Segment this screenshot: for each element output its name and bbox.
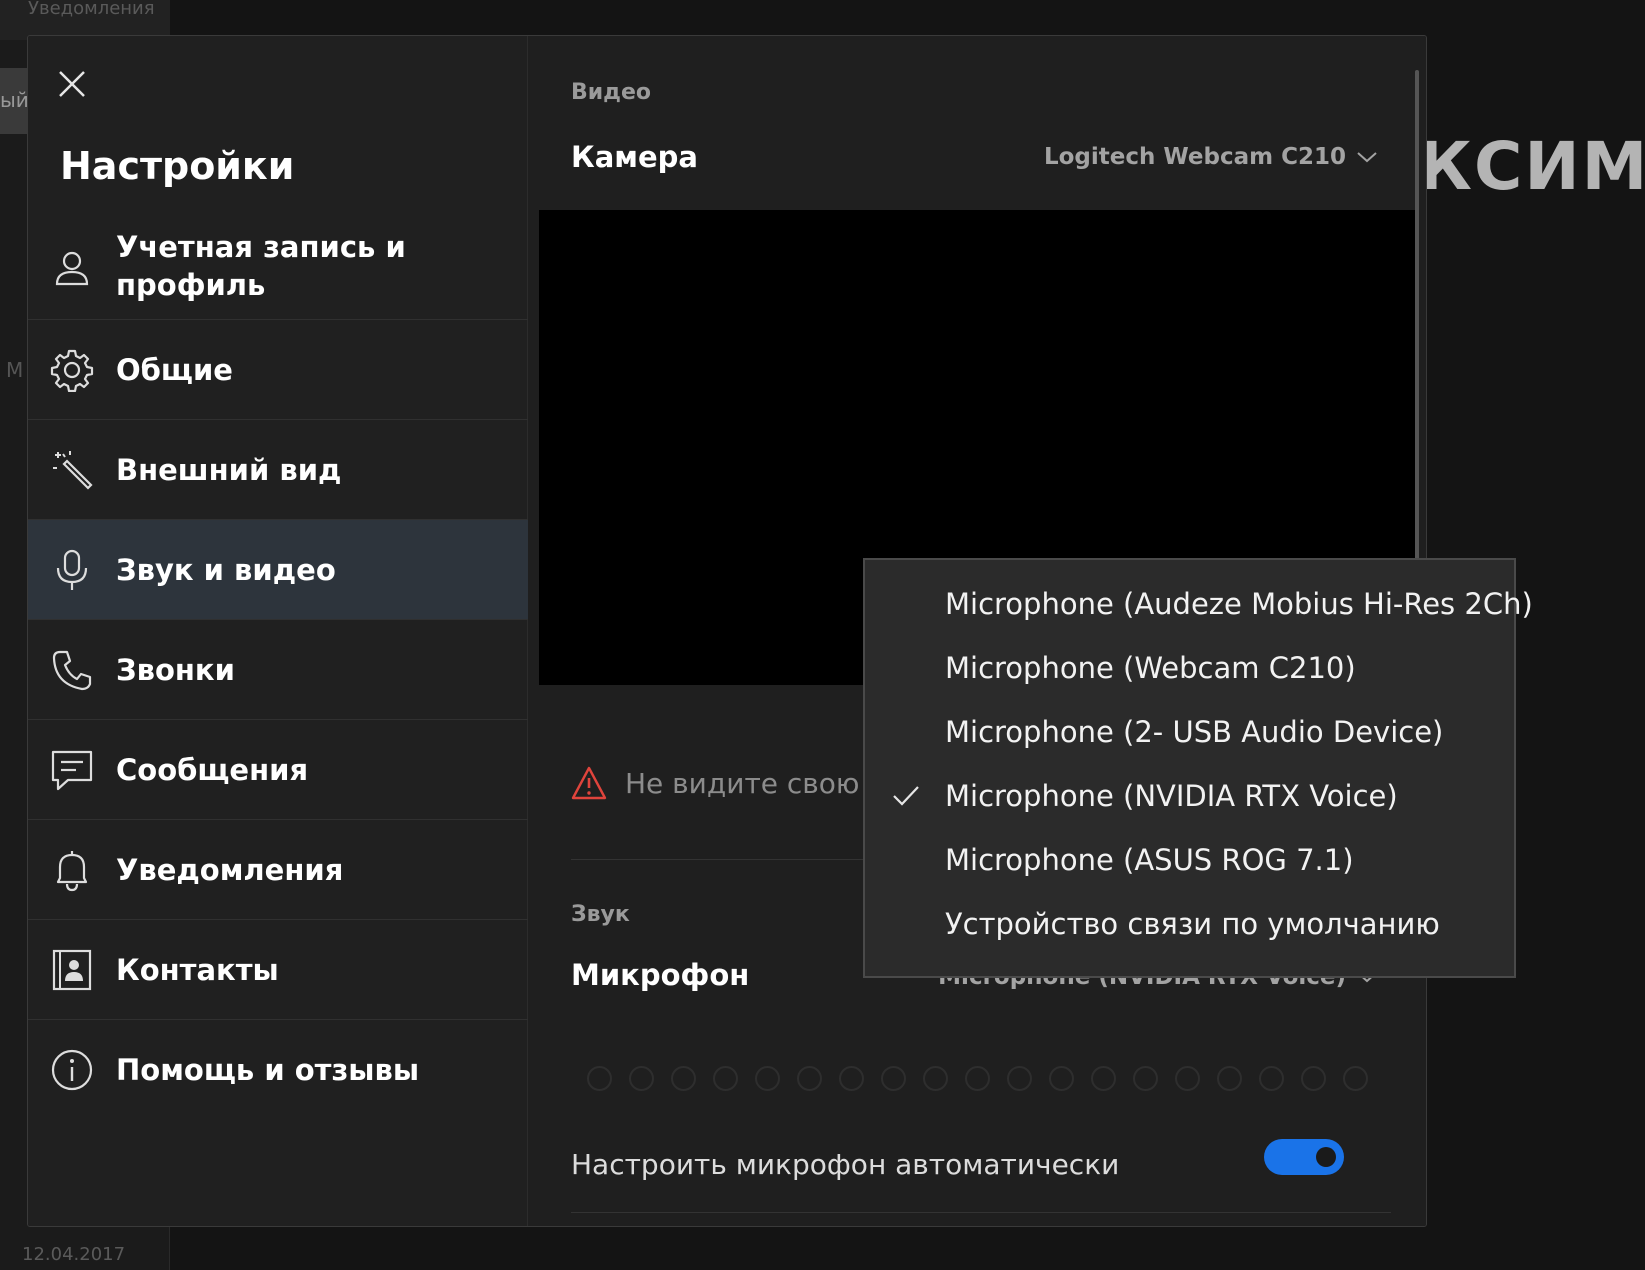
level-dot (1133, 1066, 1158, 1091)
level-dot (923, 1066, 948, 1091)
dropdown-option-label: Microphone (ASUS ROG 7.1) (945, 843, 1354, 877)
background-contact-name: КСИМ (1418, 128, 1645, 205)
dropdown-option[interactable]: Устройство связи по умолчанию (865, 892, 1514, 956)
menu-label-contacts: Контакты (116, 952, 279, 987)
gear-icon (50, 348, 94, 392)
divider (571, 1212, 1391, 1213)
dropdown-option-label: Microphone (Webcam C210) (945, 651, 1356, 685)
background-tab-label: Уведомления (28, 0, 155, 19)
level-dot (965, 1066, 990, 1091)
level-dot (797, 1066, 822, 1091)
camera-select-value: Logitech Webcam C210 (1043, 144, 1346, 170)
menu-item-notifications[interactable]: Уведомления (28, 820, 528, 920)
level-dot (1259, 1066, 1284, 1091)
warning-icon (571, 766, 607, 800)
microphone-level-meter (587, 1066, 1368, 1091)
menu-item-audio-video[interactable]: Звук и видео (28, 520, 528, 620)
menu-item-appearance[interactable]: Внешний вид (28, 420, 528, 520)
menu-item-contacts[interactable]: Контакты (28, 920, 528, 1020)
level-dot (1049, 1066, 1074, 1091)
camera-warning-text: Не видите свою к (625, 766, 886, 800)
contact-card-icon (50, 948, 94, 992)
menu-label-appearance: Внешний вид (116, 452, 342, 487)
level-dot (839, 1066, 864, 1091)
toggle-knob (1316, 1147, 1336, 1167)
menu-item-calls[interactable]: Звонки (28, 620, 528, 720)
level-dot (1175, 1066, 1200, 1091)
settings-menu: Учетная запись и профиль Общие Внешний в… (28, 216, 528, 1120)
camera-warning: Не видите свою к (571, 766, 885, 800)
menu-label-calls: Звонки (116, 652, 235, 687)
menu-item-account[interactable]: Учетная запись и профиль (28, 216, 528, 320)
level-dot (1007, 1066, 1032, 1091)
dropdown-option-label: Microphone (Audeze Mobius Hi-Res 2Ch) (945, 587, 1533, 621)
audio-section-label: Звук (571, 902, 630, 927)
settings-sidebar: Настройки Учетная запись и профиль Общие (28, 36, 528, 1226)
info-icon (50, 1048, 94, 1092)
camera-label: Камера (571, 140, 698, 174)
level-dot (881, 1066, 906, 1091)
checkmark-icon (893, 786, 919, 806)
dropdown-option[interactable]: Microphone (2- USB Audio Device) (865, 700, 1514, 764)
microphone-dropdown: Microphone (Audeze Mobius Hi-Res 2Ch) Mi… (863, 558, 1533, 978)
microphone-label: Микрофон (571, 958, 750, 992)
dropdown-option[interactable]: Microphone (Audeze Mobius Hi-Res 2Ch) (865, 572, 1533, 636)
menu-label-audio-video: Звук и видео (116, 552, 336, 587)
dropdown-option-label: Microphone (NVIDIA RTX Voice) (945, 779, 1398, 813)
message-icon (50, 748, 94, 792)
camera-select[interactable]: Logitech Webcam C210 (1044, 144, 1378, 170)
background-chip-text: ый (0, 88, 29, 112)
auto-mic-label: Настроить микрофон автоматически (571, 1148, 1120, 1181)
phone-icon (50, 648, 94, 692)
menu-label-account: Учетная запись и профиль (116, 230, 406, 302)
level-dot (1301, 1066, 1326, 1091)
microphone-icon (50, 548, 94, 592)
level-dot (713, 1066, 738, 1091)
level-dot (755, 1066, 780, 1091)
menu-item-messages[interactable]: Сообщения (28, 720, 528, 820)
menu-label-messages: Сообщения (116, 752, 309, 787)
menu-label-general: Общие (116, 352, 233, 387)
background-letter: М (6, 358, 24, 382)
level-dot (1217, 1066, 1242, 1091)
person-icon (50, 246, 94, 290)
menu-label-notifications: Уведомления (116, 852, 344, 887)
level-dot (671, 1066, 696, 1091)
dropdown-option-label: Microphone (2- USB Audio Device) (945, 715, 1444, 749)
content-scrollbar[interactable] (1415, 70, 1419, 590)
bell-icon (50, 848, 94, 892)
dropdown-option[interactable]: Microphone (ASUS ROG 7.1) (865, 828, 1514, 892)
chevron-down-icon (1357, 152, 1377, 163)
magic-wand-icon (50, 448, 94, 492)
auto-mic-toggle[interactable] (1264, 1139, 1344, 1175)
level-dot (1343, 1066, 1368, 1091)
menu-item-help[interactable]: Помощь и отзывы (28, 1020, 528, 1120)
close-button[interactable] (56, 68, 88, 100)
level-dot (587, 1066, 612, 1091)
background-chip: ый (0, 68, 30, 134)
level-dot (629, 1066, 654, 1091)
menu-label-help: Помощь и отзывы (116, 1053, 420, 1087)
background-date: 12.04.2017 (22, 1244, 126, 1265)
dialog-title: Настройки (60, 144, 295, 188)
dropdown-option-label: Устройство связи по умолчанию (945, 907, 1440, 941)
background-tab: Уведомления (0, 0, 170, 40)
video-section-label: Видео (571, 80, 651, 105)
level-dot (1091, 1066, 1116, 1091)
menu-item-general[interactable]: Общие (28, 320, 528, 420)
dropdown-option-selected[interactable]: Microphone (NVIDIA RTX Voice) (865, 764, 1514, 828)
dropdown-option[interactable]: Microphone (Webcam C210) (865, 636, 1514, 700)
close-icon (59, 71, 85, 97)
